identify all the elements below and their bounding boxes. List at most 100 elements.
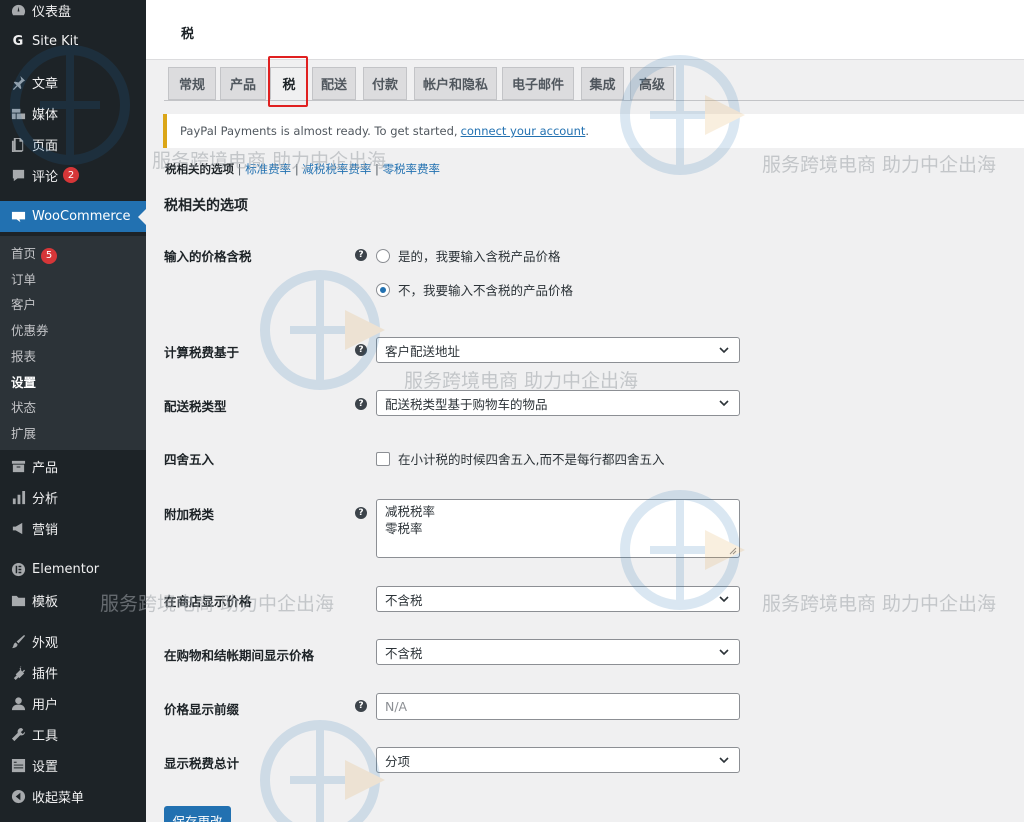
menu-posts[interactable]: 文章: [0, 67, 146, 97]
watermark-slogan: 服务跨境电商 助力中企出海: [404, 370, 639, 392]
menu-users[interactable]: 用户: [0, 688, 146, 718]
menu-label: 营销: [32, 522, 59, 538]
page-icon: [10, 136, 26, 152]
menu-label: Site Kit: [32, 33, 79, 49]
tab-integration[interactable]: 集成: [581, 67, 624, 100]
chevron-down-icon: [719, 649, 729, 656]
prices-entered-label: 输入的价格含税: [164, 249, 252, 264]
menu-tools[interactable]: 工具: [0, 719, 146, 749]
rounding-option[interactable]: 在小计税的时候四舍五入,而不是每行都四舍五入: [376, 449, 664, 468]
select-value: 分项: [385, 753, 411, 769]
prices-exclusive-option[interactable]: 不，我要输入不含税的产品价格: [376, 280, 573, 299]
tab-products[interactable]: 产品: [220, 67, 266, 100]
radio-button-checked[interactable]: [376, 282, 390, 297]
collapse-icon: [10, 788, 26, 804]
tab-general[interactable]: 常规: [168, 67, 216, 100]
section-zero-rates[interactable]: 零税率费率: [383, 162, 441, 176]
menu-label: 外观: [32, 635, 59, 651]
notice-text: PayPal Payments is almost ready. To get …: [180, 124, 458, 138]
submenu-item-home[interactable]: 首页 5: [11, 243, 58, 264]
menu-plugins[interactable]: 插件: [0, 657, 146, 687]
help-icon[interactable]: ?: [355, 344, 367, 356]
display-shop-select[interactable]: 不含税: [376, 586, 740, 612]
menu-templates[interactable]: 模板: [0, 585, 146, 615]
menu-elementor[interactable]: Elementor: [0, 554, 146, 584]
section-tax-options[interactable]: 税相关的选项: [165, 162, 234, 176]
menu-settings[interactable]: 设置: [0, 750, 146, 780]
menu-label: Elementor: [32, 561, 100, 577]
menu-label: 插件: [32, 666, 59, 682]
chevron-down-icon: [719, 347, 729, 354]
notice-suffix: .: [585, 124, 590, 138]
menu-media[interactable]: 媒体: [0, 98, 146, 128]
menu-label: 页面: [32, 138, 59, 154]
settings-icon: [10, 757, 26, 773]
textarea-line: 减税税率: [385, 504, 436, 519]
shipping-tax-class-select[interactable]: 配送税类型基于购物车的物品: [376, 390, 740, 416]
watermark-slogan: 服务跨境电商 助力中企出海: [762, 593, 997, 615]
help-icon[interactable]: ?: [355, 249, 367, 261]
menu-label: 分析: [32, 491, 59, 507]
price-suffix-input[interactable]: N/A: [376, 693, 740, 720]
submenu-item-customers[interactable]: 客户: [11, 294, 36, 313]
connect-account-link[interactable]: connect your account: [461, 124, 586, 138]
radio-label: 是的，我要输入含税产品价格: [398, 249, 561, 264]
tab-emails[interactable]: 电子邮件: [502, 67, 574, 100]
rounding-checkbox[interactable]: [376, 451, 390, 466]
highlight-box: [268, 56, 308, 107]
resize-grip-icon[interactable]: [729, 547, 737, 555]
help-icon[interactable]: ?: [355, 398, 367, 410]
calc-based-on-select[interactable]: 客户配送地址: [376, 337, 740, 363]
menu-pages[interactable]: 页面: [0, 129, 146, 159]
menu-label: 模板: [32, 594, 59, 610]
display-cart-select[interactable]: 不含税: [376, 639, 740, 665]
submenu-item-status[interactable]: 状态: [11, 397, 36, 416]
menu-label: 评论: [32, 169, 59, 185]
submenu-item-extensions[interactable]: 扩展: [11, 423, 36, 442]
menu-products[interactable]: 产品: [0, 451, 146, 481]
save-changes-button[interactable]: 保存更改: [164, 806, 231, 822]
chevron-down-icon: [719, 400, 729, 407]
menu-label: 仪表盘: [32, 4, 72, 20]
comment-icon: [10, 167, 26, 183]
section-standard-rates[interactable]: 标准费率: [245, 162, 291, 176]
tab-advanced[interactable]: 高级: [630, 67, 674, 100]
tab-accounts-privacy[interactable]: 帐户和隐私: [414, 67, 497, 100]
display-totals-select[interactable]: 分项: [376, 747, 740, 773]
admin-sidebar: 仪表盘 G Site Kit 文章 媒体 页面 评论 2 WooCommerce…: [0, 0, 146, 822]
display-totals-label: 显示税费总计: [164, 756, 240, 771]
prices-inclusive-option[interactable]: 是的，我要输入含税产品价格: [376, 246, 561, 265]
additional-tax-classes-textarea[interactable]: 减税税率 零税率: [376, 499, 740, 558]
bar-chart-icon: [10, 489, 26, 505]
help-icon[interactable]: ?: [355, 700, 367, 712]
menu-label: 媒体: [32, 107, 59, 123]
submenu-item-orders[interactable]: 订单: [11, 269, 36, 288]
radio-button[interactable]: [376, 248, 390, 263]
submenu-item-reports[interactable]: 报表: [11, 346, 36, 365]
menu-dashboard[interactable]: 仪表盘: [0, 0, 146, 25]
menu-marketing[interactable]: 营销: [0, 513, 146, 543]
display-shop-label: 在商店显示价格: [164, 594, 252, 609]
menu-appearance[interactable]: 外观: [0, 626, 146, 656]
calc-based-on-label: 计算税费基于: [164, 345, 240, 360]
section-reduced-rates[interactable]: 减税税率费率: [302, 162, 371, 176]
menu-collapse[interactable]: 收起菜单: [0, 781, 146, 811]
help-icon[interactable]: ?: [355, 507, 367, 519]
tab-payments[interactable]: 付款: [363, 67, 407, 100]
menu-label: 工具: [32, 728, 59, 744]
menu-woocommerce[interactable]: WooCommerce: [0, 201, 146, 232]
checkbox-label: 在小计税的时候四舍五入,而不是每行都四舍五入: [398, 452, 665, 467]
additional-tax-classes-label: 附加税类: [164, 507, 215, 522]
menu-analytics[interactable]: 分析: [0, 482, 146, 512]
paypal-notice: PayPal Payments is almost ready. To get …: [163, 114, 1024, 148]
submenu-item-coupons[interactable]: 优惠券: [11, 320, 49, 339]
menu-label: 文章: [32, 76, 59, 92]
active-arrow: [138, 209, 146, 225]
select-value: 不含税: [385, 592, 423, 608]
submenu-item-settings[interactable]: 设置: [11, 372, 36, 391]
comment-count-badge: 2: [63, 167, 80, 183]
menu-site-kit[interactable]: G Site Kit: [0, 26, 146, 56]
tab-shipping[interactable]: 配送: [312, 67, 356, 100]
rounding-label: 四舍五入: [164, 452, 215, 467]
menu-comments[interactable]: 评论 2: [0, 160, 146, 190]
